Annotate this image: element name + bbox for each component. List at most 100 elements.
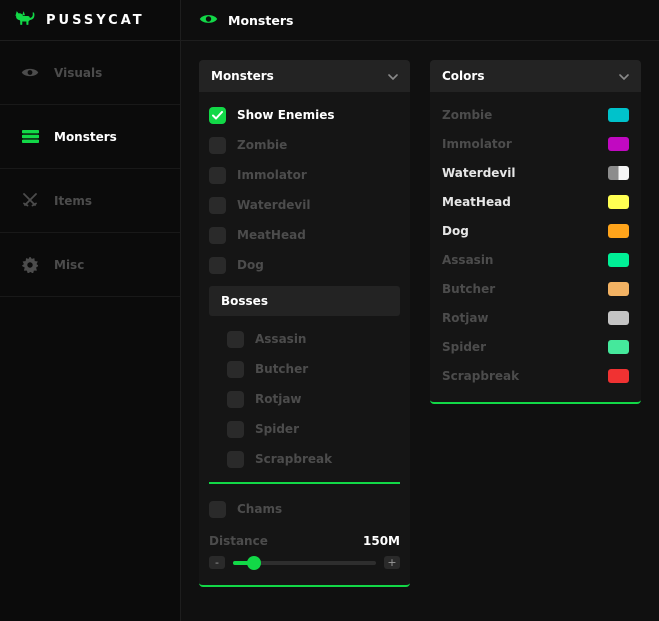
monsters-panel-body: Show Enemies Zombie Immolator Waterdevil	[199, 92, 410, 585]
checkbox-spider[interactable]: Spider	[227, 414, 400, 444]
colors-panel-body: Zombie Immolator Waterdevil MeatHead Dog…	[430, 92, 641, 402]
checkbox-box[interactable]	[227, 390, 244, 408]
color-label: Rotjaw	[442, 310, 489, 325]
eye-icon	[199, 11, 218, 30]
sidebar-item-misc[interactable]: Misc	[0, 233, 180, 297]
checkbox-box[interactable]	[209, 196, 226, 214]
sidebar-item-label: Visuals	[54, 65, 103, 80]
monsters-panel-header[interactable]: Monsters	[199, 60, 410, 92]
color-row-zombie: Zombie	[440, 100, 631, 129]
cat-icon	[14, 9, 36, 31]
sidebar-item-visuals[interactable]: Visuals	[0, 41, 180, 105]
checkbox-box[interactable]	[227, 450, 244, 468]
bosses-group: Assasin Butcher Rotjaw Spider Scrapbreak	[209, 324, 400, 484]
color-label: Butcher	[442, 281, 496, 296]
color-label: Spider	[442, 339, 486, 354]
chevron-down-icon	[388, 69, 398, 83]
color-row-butcher: Butcher	[440, 274, 631, 303]
slider-increment-button[interactable]: +	[384, 556, 400, 569]
checkbox-label: Immolator	[237, 168, 307, 182]
distance-slider: - +	[209, 552, 400, 585]
checkbox-label: MeatHead	[237, 228, 306, 242]
checkbox-label: Rotjaw	[255, 392, 302, 406]
checkbox-box[interactable]	[209, 106, 226, 124]
sidebar-item-label: Monsters	[54, 129, 117, 144]
sidebar-item-label: Misc	[54, 257, 85, 272]
main-area: Monsters Monsters Show Enemies Zombie Im…	[181, 0, 659, 621]
color-swatch[interactable]	[608, 107, 629, 122]
swords-icon	[20, 193, 40, 208]
checkbox-box[interactable]	[227, 360, 244, 378]
topbar: Monsters	[181, 0, 659, 41]
color-row-rotjaw: Rotjaw	[440, 303, 631, 332]
checkbox-zombie[interactable]: Zombie	[209, 130, 400, 160]
checkbox-dog[interactable]: Dog	[209, 250, 400, 280]
bosses-section-header[interactable]: Bosses	[209, 286, 400, 316]
check-icon	[212, 110, 223, 119]
slider-track[interactable]	[233, 555, 376, 570]
checkbox-show-enemies[interactable]: Show Enemies	[209, 100, 400, 130]
color-label: Scrapbreak	[442, 368, 520, 383]
color-swatch[interactable]	[608, 310, 629, 325]
colors-panel: Colors Zombie Immolator Waterdevil MeatH…	[430, 60, 641, 404]
eye-icon	[20, 66, 40, 79]
checkbox-label: Scrapbreak	[255, 452, 333, 466]
checkbox-label: Show Enemies	[237, 108, 335, 122]
color-swatch[interactable]	[608, 194, 629, 209]
checkbox-box[interactable]	[227, 420, 244, 438]
colors-panel-header[interactable]: Colors	[430, 60, 641, 92]
monsters-panel-title: Monsters	[211, 69, 274, 83]
color-swatch[interactable]	[608, 281, 629, 296]
sidebar-item-items[interactable]: Items	[0, 169, 180, 233]
checkbox-waterdevil[interactable]: Waterdevil	[209, 190, 400, 220]
colors-panel-padding	[440, 390, 631, 402]
checkbox-meathead[interactable]: MeatHead	[209, 220, 400, 250]
colors-panel-title: Colors	[442, 69, 485, 83]
color-label: Dog	[442, 223, 469, 238]
checkbox-box[interactable]	[227, 330, 244, 348]
color-swatch[interactable]	[608, 165, 629, 180]
checkbox-label: Chams	[237, 502, 283, 516]
checkbox-box[interactable]	[209, 500, 226, 518]
color-row-spider: Spider	[440, 332, 631, 361]
checkbox-butcher[interactable]: Butcher	[227, 354, 400, 384]
checkbox-box[interactable]	[209, 136, 226, 154]
color-swatch[interactable]	[608, 252, 629, 267]
checkbox-label: Zombie	[237, 138, 288, 152]
color-row-meathead: MeatHead	[440, 187, 631, 216]
checkbox-chams[interactable]: Chams	[209, 494, 400, 524]
distance-row: Distance 150M	[209, 530, 400, 552]
color-swatch[interactable]	[608, 223, 629, 238]
checkbox-box[interactable]	[209, 226, 226, 244]
slider-decrement-button[interactable]: -	[209, 556, 225, 569]
chevron-down-icon	[619, 69, 629, 83]
sidebar-item-monsters[interactable]: Monsters	[0, 105, 180, 169]
checkbox-scrapbreak[interactable]: Scrapbreak	[227, 444, 400, 474]
sidebar-item-label: Items	[54, 193, 92, 208]
checkbox-label: Dog	[237, 258, 264, 272]
checkbox-box[interactable]	[209, 166, 226, 184]
sidebar: PUSSYCAT Visuals Monsters Items Misc	[0, 0, 181, 621]
checkbox-rotjaw[interactable]: Rotjaw	[227, 384, 400, 414]
distance-label: Distance	[209, 534, 268, 548]
color-row-assasin: Assasin	[440, 245, 631, 274]
color-label: Immolator	[442, 136, 512, 151]
checkbox-immolator[interactable]: Immolator	[209, 160, 400, 190]
distance-value: 150M	[363, 534, 400, 548]
sidebar-header: PUSSYCAT	[0, 0, 180, 41]
slider-thumb[interactable]	[247, 555, 262, 570]
color-label: Assasin	[442, 252, 494, 267]
color-label: Waterdevil	[442, 165, 516, 180]
list-icon	[20, 130, 40, 143]
color-row-waterdevil: Waterdevil	[440, 158, 631, 187]
checkbox-assasin[interactable]: Assasin	[227, 324, 400, 354]
checkbox-label: Spider	[255, 422, 299, 436]
color-swatch[interactable]	[608, 136, 629, 151]
color-row-immolator: Immolator	[440, 129, 631, 158]
color-swatch[interactable]	[608, 339, 629, 354]
monsters-panel: Monsters Show Enemies Zombie Immolator W…	[199, 60, 410, 587]
checkbox-box[interactable]	[209, 256, 226, 274]
checkbox-label: Butcher	[255, 362, 309, 376]
color-swatch[interactable]	[608, 368, 629, 383]
